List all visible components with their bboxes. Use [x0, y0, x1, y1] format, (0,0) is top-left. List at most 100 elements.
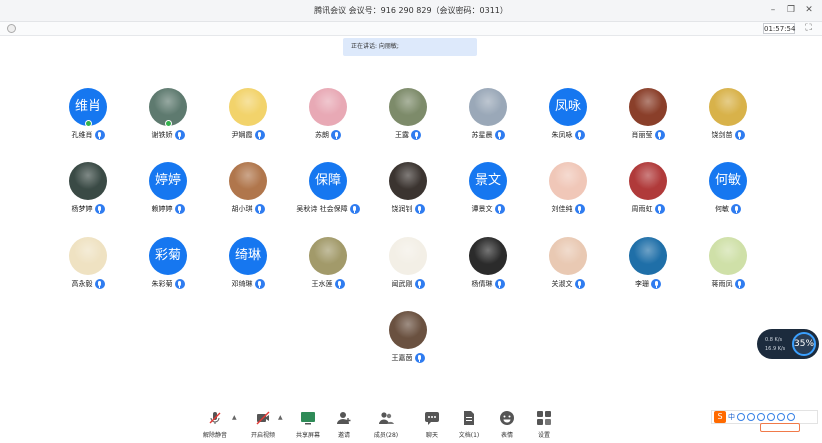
- video-options-caret[interactable]: ▲: [278, 414, 283, 421]
- participant-avatar: [469, 237, 507, 275]
- participant-tile[interactable]: 景文 谭景文: [448, 162, 528, 232]
- members-label: 成员(28): [373, 432, 399, 439]
- participant-name-row: 杨梦婷: [48, 203, 128, 215]
- settings-label: 设置: [537, 432, 550, 439]
- members-button[interactable]: 成员(28): [363, 410, 409, 442]
- participant-name: 孔维肖: [71, 131, 93, 139]
- mic-icon: [94, 279, 105, 289]
- participant-name-row: 蒋雨凤: [688, 278, 768, 290]
- participant-tile[interactable]: 杨梦婷: [48, 162, 128, 232]
- cpu-percent: 35%: [792, 332, 816, 356]
- participant-tile[interactable]: 谢铁娇: [128, 88, 208, 158]
- sogou-icon[interactable]: S: [714, 411, 726, 423]
- punctuation-icon[interactable]: [737, 413, 745, 421]
- participant-tile[interactable]: 王水莲: [288, 237, 368, 307]
- mic-icon: [254, 130, 265, 140]
- emoji-icon: [500, 411, 514, 425]
- network-speed-widget[interactable]: 0.8 K/s 16.9 K/s 35%: [757, 329, 819, 359]
- participant-tile[interactable]: 彩菊 朱彩菊: [128, 237, 208, 307]
- participant-name: 朱彩菊: [151, 280, 173, 288]
- restore-icon[interactable]: ❐: [784, 3, 798, 17]
- participant-name: 朱凤咏: [551, 131, 573, 139]
- mic-icon: [334, 279, 345, 289]
- voice-ime-icon[interactable]: [757, 413, 765, 421]
- info-bar: [0, 22, 822, 36]
- mic-icon: [734, 130, 745, 140]
- invite-button[interactable]: 邀请: [321, 410, 367, 442]
- participant-avatar: [69, 162, 107, 200]
- participant-name: 谢铁娇: [151, 131, 173, 139]
- participant-tile[interactable]: 维肖 孔维肖: [48, 88, 128, 158]
- settings-button[interactable]: 设置: [521, 410, 567, 442]
- participant-tile[interactable]: 苏星晨: [448, 88, 528, 158]
- participant-name-row: 饶润钊: [368, 203, 448, 215]
- tools-ime-icon[interactable]: [787, 413, 795, 421]
- participant-avatar: [709, 88, 747, 126]
- participant-tile[interactable]: 蒋雨凤: [688, 237, 768, 307]
- participant-name-row: 苏星晨: [448, 129, 528, 141]
- participant-avatar: 绮琳: [229, 237, 267, 275]
- emoji-ime-icon[interactable]: [747, 413, 755, 421]
- ime-mode[interactable]: 中: [728, 412, 735, 422]
- participant-tile[interactable]: 何敏 何敏: [688, 162, 768, 232]
- participant-tile[interactable]: 饶剑苗: [688, 88, 768, 158]
- participant-avatar: [629, 237, 667, 275]
- mic-icon: [654, 204, 665, 214]
- participant-name-row: 李珊: [608, 278, 688, 290]
- mic-icon: [574, 130, 585, 140]
- participant-tile[interactable]: 婷婷 赖婷婷: [128, 162, 208, 232]
- mic-icon: [174, 204, 185, 214]
- minimize-icon[interactable]: –: [766, 3, 780, 17]
- participant-tile[interactable]: 闻武刚: [368, 237, 448, 307]
- participant-tile[interactable]: 杨倩琳: [448, 237, 528, 307]
- participant-tile[interactable]: 保障 吴秋诗 社会保障: [288, 162, 368, 232]
- participant-tile[interactable]: 王露: [368, 88, 448, 158]
- add-user-icon: [337, 412, 351, 424]
- participant-name-row: 何敏: [688, 203, 768, 215]
- mic-icon: [494, 204, 505, 214]
- participant-avatar: [629, 162, 667, 200]
- participant-tile[interactable]: 胡小琪: [208, 162, 288, 232]
- participant-tile[interactable]: 肖丽莹: [608, 88, 688, 158]
- mic-icon: [654, 130, 665, 140]
- participant-avatar: [389, 162, 427, 200]
- mic-icon: [331, 130, 341, 140]
- participant-tile[interactable]: 绮琳 邓绮琳: [208, 237, 288, 307]
- mic-icon: [574, 279, 585, 289]
- skin-ime-icon[interactable]: [777, 413, 785, 421]
- security-icon[interactable]: [7, 24, 16, 33]
- orange-button[interactable]: [760, 423, 800, 432]
- participant-tile[interactable]: 关淑文: [528, 237, 608, 307]
- participant-name-row: 苏朗: [288, 129, 368, 141]
- participant-tile[interactable]: 高永毅: [48, 237, 128, 307]
- participant-name-row: 王水莲: [288, 278, 368, 290]
- participant-tile[interactable]: 苏朗: [288, 88, 368, 158]
- participant-name: 王水莲: [311, 280, 333, 288]
- participant-tile[interactable]: 饶润钊: [368, 162, 448, 232]
- mic-icon: [254, 279, 265, 289]
- participant-name: 谭景文: [471, 205, 493, 213]
- participant-tile[interactable]: 王嘉茵: [368, 311, 448, 381]
- participant-name: 邓绮琳: [231, 280, 253, 288]
- close-icon[interactable]: ✕: [802, 3, 816, 17]
- participant-tile[interactable]: 刘佳纯: [528, 162, 608, 232]
- status-badge: [165, 120, 172, 127]
- participant-tile[interactable]: 凤咏 朱凤咏: [528, 88, 608, 158]
- keyboard-ime-icon[interactable]: [767, 413, 775, 421]
- audio-options-caret[interactable]: ▲: [232, 414, 237, 421]
- participant-tile[interactable]: 尹娴霞: [208, 88, 288, 158]
- participant-name: 刘佳纯: [551, 205, 573, 213]
- participant-tile[interactable]: 周雨虹: [608, 162, 688, 232]
- participant-name: 李珊: [635, 280, 649, 288]
- invite-label: 邀请: [337, 432, 350, 439]
- mic-icon: [254, 204, 265, 214]
- participant-name: 高永毅: [71, 280, 93, 288]
- participant-tile[interactable]: 李珊: [608, 237, 688, 307]
- participant-avatar: [549, 162, 587, 200]
- participant-name: 王嘉茵: [391, 354, 413, 362]
- fullscreen-icon[interactable]: ⛶: [803, 23, 814, 34]
- participant-name-row: 关淑文: [528, 278, 608, 290]
- ime-toolbar[interactable]: S 中: [711, 410, 818, 424]
- start-video-label: 开启视频: [250, 432, 275, 439]
- participant-name: 肖丽莹: [631, 131, 653, 139]
